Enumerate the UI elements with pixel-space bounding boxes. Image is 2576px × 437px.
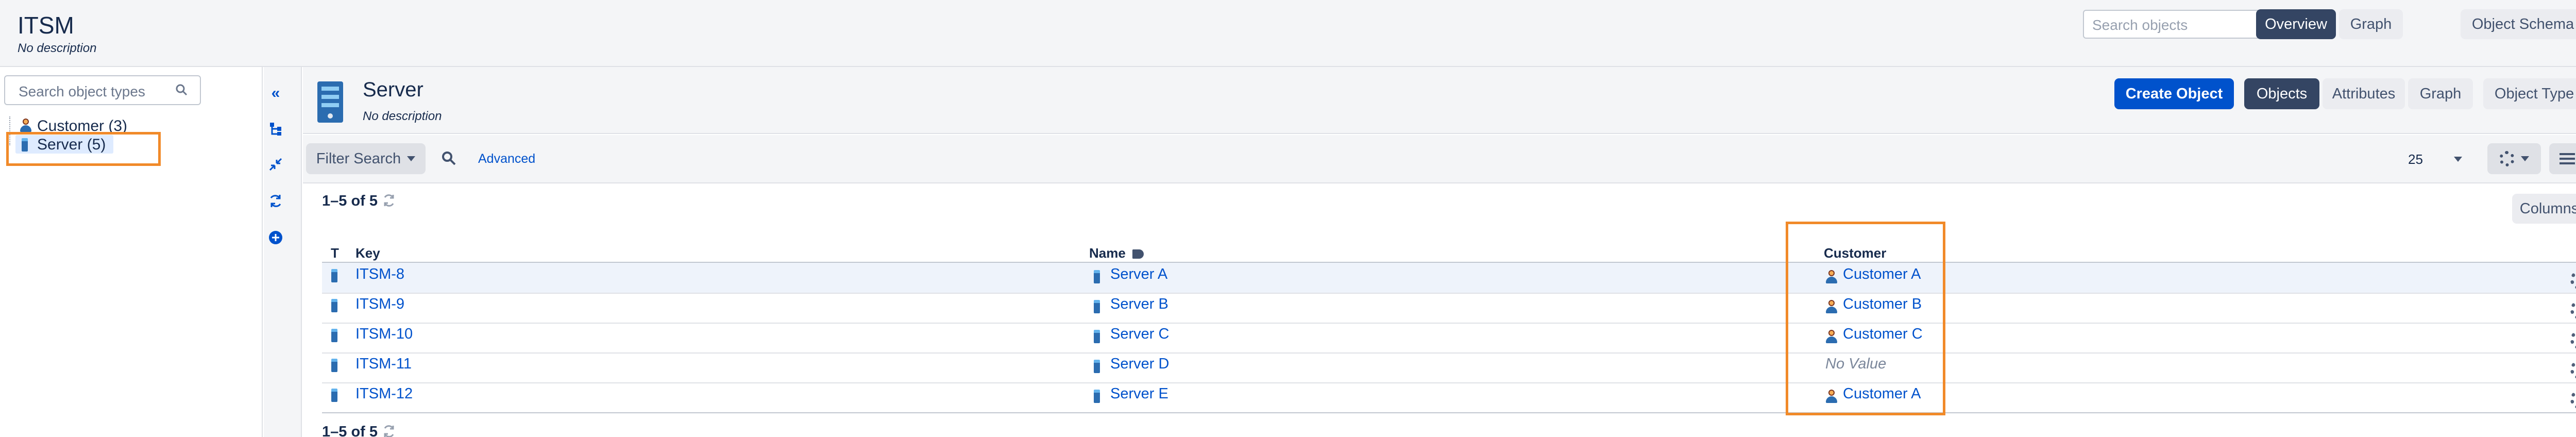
tab-objects[interactable]: Objects <box>2244 78 2319 109</box>
object-type-search-input[interactable]: Search object types <box>4 75 201 105</box>
schema-description: No description <box>18 41 97 55</box>
gear-icon[interactable] <box>2570 330 2576 349</box>
server-icon <box>331 329 337 342</box>
advanced-search-link[interactable]: Advanced <box>478 152 535 166</box>
collapse-icon[interactable] <box>268 158 283 173</box>
tab-attributes[interactable]: Attributes <box>2323 78 2405 109</box>
row-key[interactable]: ITSM-11 <box>355 356 412 373</box>
object-type-dropdown-label: Object Type <box>2494 85 2574 102</box>
table-row[interactable]: ITSM-11 Server D No Value <box>322 354 2576 382</box>
page-size-select[interactable]: 25 <box>2401 144 2473 174</box>
row-key[interactable]: ITSM-9 <box>355 296 404 313</box>
object-schema-dropdown[interactable]: Object Schema <box>2461 9 2576 39</box>
server-icon <box>1094 330 1100 343</box>
view-options-dropdown[interactable] <box>2549 143 2576 174</box>
row-key[interactable]: ITSM-12 <box>355 385 413 402</box>
gear-icon[interactable] <box>2570 270 2576 290</box>
row-name[interactable]: Server B <box>1110 296 1168 313</box>
refresh-results-icon[interactable] <box>382 194 396 207</box>
refresh-results-icon[interactable] <box>382 425 396 437</box>
page-size-value: 25 <box>2408 151 2423 167</box>
settings-dropdown[interactable] <box>2487 143 2541 174</box>
object-type-search-placeholder: Search object types <box>19 83 145 99</box>
tab-graph[interactable]: Graph <box>2408 78 2473 109</box>
table-row[interactable]: ITSM-10 Server C Customer C <box>322 324 2576 352</box>
column-header-name[interactable]: Name <box>1089 245 1144 261</box>
selection-highlight-box <box>6 132 161 166</box>
add-object-type-icon[interactable] <box>268 230 283 245</box>
chevron-down-icon <box>407 156 416 161</box>
collapse-sidebar-icon[interactable]: « <box>268 86 283 101</box>
search-icon <box>175 83 188 96</box>
search-objects-input[interactable]: Search objects <box>2083 10 2279 39</box>
server-icon <box>1094 390 1100 403</box>
server-icon <box>1094 360 1100 373</box>
label-tag-icon <box>1132 249 1144 259</box>
server-icon <box>331 299 337 312</box>
search-icon[interactable] <box>441 150 456 166</box>
search-objects-placeholder: Search objects <box>2092 17 2188 33</box>
customer-column-highlight-box <box>1786 222 1945 415</box>
refresh-icon[interactable] <box>268 194 283 209</box>
columns-label: Columns <box>2519 200 2576 217</box>
row-key[interactable]: ITSM-8 <box>355 266 404 283</box>
table-row[interactable]: ITSM-12 Server E Customer A <box>322 383 2576 412</box>
gear-icon <box>2499 151 2515 166</box>
tab-graph-schema[interactable]: Graph <box>2339 9 2403 39</box>
filter-search-label: Filter Search <box>316 150 401 167</box>
table-row[interactable]: ITSM-9 Server B Customer B <box>322 294 2576 323</box>
chevron-down-icon <box>2453 157 2462 162</box>
object-type-title: Server <box>363 78 423 101</box>
row-name[interactable]: Server E <box>1110 385 1168 402</box>
list-view-icon <box>2560 153 2575 164</box>
person-icon <box>20 119 32 132</box>
gear-icon[interactable] <box>2570 360 2576 379</box>
column-header-key[interactable]: Key <box>355 245 380 261</box>
results-footer-count: 1–5 of 5 <box>322 424 378 437</box>
hierarchy-icon[interactable] <box>268 122 283 137</box>
create-object-button[interactable]: Create Object <box>2114 78 2234 109</box>
row-divider <box>322 412 2576 413</box>
columns-dropdown[interactable]: Columns <box>2512 194 2576 224</box>
app-window: { "header": { "title": "ITSM", "descript… <box>0 0 2576 437</box>
server-icon <box>1094 270 1100 283</box>
results-footer-count-text: 1–5 of 5 <box>322 424 378 437</box>
server-icon <box>331 389 337 402</box>
row-name[interactable]: Server D <box>1110 356 1169 373</box>
object-schema-label: Object Schema <box>2471 15 2574 32</box>
object-type-dropdown[interactable]: Object Type <box>2483 78 2576 109</box>
table-row[interactable]: ITSM-8 Server A Customer A <box>322 263 2576 293</box>
gear-icon[interactable] <box>2570 390 2576 409</box>
server-icon <box>331 359 337 372</box>
row-name[interactable]: Server A <box>1110 266 1167 283</box>
filter-bar <box>303 135 2576 183</box>
column-header-name-label: Name <box>1089 245 1126 261</box>
object-type-description: No description <box>363 109 442 123</box>
schema-title: ITSM <box>18 12 74 39</box>
tab-overview[interactable]: Overview <box>2256 9 2336 39</box>
column-header-type: T <box>331 245 339 261</box>
chevron-down-icon <box>2521 156 2529 161</box>
row-name[interactable]: Server C <box>1110 326 1169 343</box>
server-icon <box>1094 300 1100 313</box>
row-key[interactable]: ITSM-10 <box>355 326 413 343</box>
filter-search-dropdown[interactable]: Filter Search <box>306 143 426 174</box>
server-large-icon <box>317 81 343 123</box>
server-icon <box>331 269 337 282</box>
gear-icon[interactable] <box>2570 300 2576 320</box>
results-count: 1–5 of 5 <box>322 193 378 210</box>
object-type-header <box>303 67 2576 134</box>
results-count-text: 1–5 of 5 <box>322 193 378 209</box>
